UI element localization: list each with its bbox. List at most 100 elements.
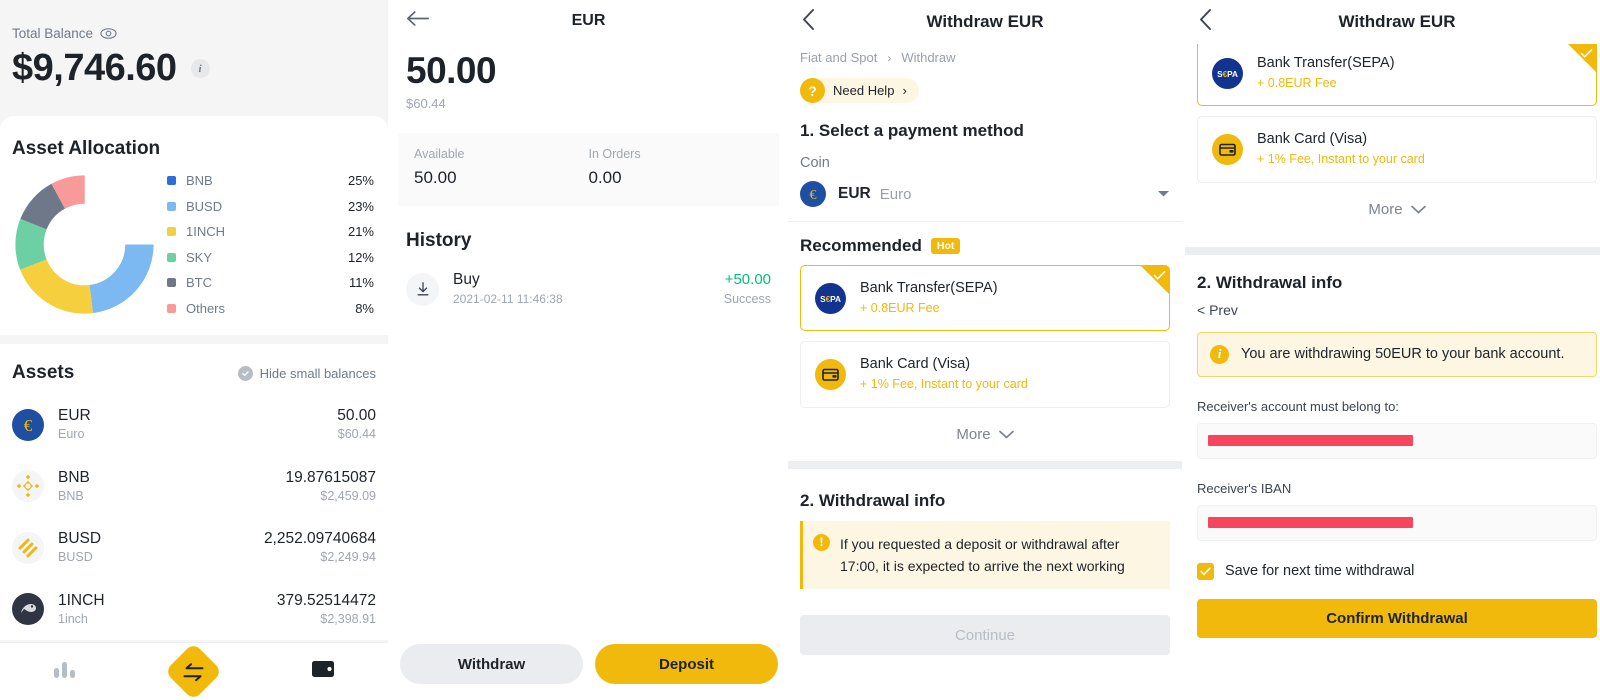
svg-text:S€PA: S€PA	[1217, 70, 1238, 79]
receiver-account-label: Receiver's account must belong to:	[1197, 398, 1399, 414]
chevron-down-icon	[1410, 201, 1426, 218]
prev-step-link[interactable]: < Prev	[1185, 293, 1600, 318]
chevron-down-icon	[998, 426, 1014, 443]
withdrawal-warning-text: If you requested a deposit or withdrawal…	[840, 535, 1125, 575]
page-title: Withdraw EUR	[1338, 12, 1456, 31]
withdraw-button[interactable]: Withdraw	[400, 644, 583, 684]
chevron-down-icon	[1157, 185, 1170, 203]
legend-color-swatch	[167, 278, 176, 288]
eur-coin-icon: €	[12, 408, 44, 441]
step2-title: 2. Withdrawal info	[800, 490, 946, 510]
download-icon	[406, 272, 439, 306]
legend-label: BUSD	[186, 198, 223, 214]
deposit-button[interactable]: Deposit	[595, 644, 778, 684]
legend-row: 1INCH 21%	[167, 219, 374, 245]
asset-symbol: BNB	[58, 468, 90, 486]
coin-name: Euro	[879, 185, 912, 203]
section-divider	[788, 460, 1182, 469]
recommended-header: Recommended Hot	[788, 222, 1182, 265]
need-help-label: Need Help	[833, 83, 895, 98]
eur-coin-icon: €	[800, 181, 826, 207]
swap-arrows-icon	[164, 642, 223, 700]
more-payment-methods-button[interactable]: More	[1185, 193, 1600, 234]
payment-method-sepa[interactable]: S€PA Bank Transfer(SEPA) + 0.8EUR Fee	[1197, 44, 1597, 107]
sepa-icon: S€PA	[1212, 57, 1243, 89]
eur-balance-usd: $60.44	[406, 96, 446, 111]
breadcrumb-root[interactable]: Fiat and Spot	[800, 50, 877, 65]
payment-method-fee: + 0.8EUR Fee	[860, 300, 940, 315]
receiver-account-input[interactable]	[1197, 422, 1597, 459]
legend-row: BTC 11%	[167, 270, 374, 296]
section-divider	[0, 335, 388, 344]
in-orders-label: In Orders	[588, 147, 641, 161]
breadcrumb-current: Withdraw	[901, 50, 956, 65]
withdraw-eur-step2-screen: Withdraw EUR S€PA Bank Transfer(SEPA) + …	[1185, 0, 1600, 700]
redacted-value	[1208, 517, 1413, 529]
payment-method-bank-card[interactable]: Bank Card (Visa) + 1% Fee, Instant to yo…	[1197, 116, 1597, 183]
legend-color-swatch	[167, 176, 176, 186]
save-for-next-time-checkbox[interactable]: Save for next time withdrawal	[1185, 541, 1600, 580]
asset-row[interactable]: 1INCH 1inch 379.52514472 $2,398.91	[12, 579, 376, 641]
asset-symbol: 1INCH	[58, 591, 105, 609]
chevron-left-icon[interactable]	[1199, 9, 1212, 35]
need-help-button[interactable]: ? Need Help ›	[800, 78, 919, 103]
svg-text:€: €	[24, 416, 33, 435]
payment-method-name: Bank Transfer(SEPA)	[860, 280, 998, 296]
payment-method-fee: + 1% Fee, Instant to your card	[1257, 151, 1425, 166]
check-icon	[1153, 268, 1166, 286]
more-payment-methods-button[interactable]: More	[788, 418, 1182, 459]
arrow-left-icon[interactable]	[406, 10, 430, 32]
total-balance-header: Total Balance $9,746.60 i	[0, 0, 388, 116]
asset-amount: 2,252.09740684	[263, 530, 376, 547]
screenshot-root: Total Balance $9,746.60 i Asset Allocati…	[0, 0, 1600, 700]
asset-usd-value: $2,459.09	[320, 488, 376, 503]
bottom-navigation	[0, 642, 388, 700]
available-label: Available	[414, 147, 465, 161]
legend-value: 23%	[347, 198, 374, 214]
asset-amount: 19.87615087	[285, 468, 376, 486]
asset-usd-value: $2,249.94	[320, 550, 376, 565]
info-icon[interactable]: i	[190, 59, 210, 78]
total-balance-label: Total Balance	[12, 26, 94, 41]
assets-title: Assets	[12, 362, 75, 383]
asset-allocation-title: Asset Allocation	[12, 138, 161, 159]
trade-tab[interactable]	[154, 642, 234, 700]
withdraw-eur-step1-screen: Withdraw EUR Fiat and Spot › Withdraw ? …	[788, 0, 1182, 700]
hide-small-balances-toggle[interactable]: Hide small balances	[237, 365, 376, 381]
credit-card-icon	[815, 358, 846, 390]
history-amount: +50.00	[724, 271, 771, 288]
payment-method-sepa[interactable]: S€PA Bank Transfer(SEPA) + 0.8EUR Fee	[800, 265, 1170, 332]
asset-amount: 50.00	[337, 407, 376, 424]
save-for-next-time-label: Save for next time withdrawal	[1225, 563, 1415, 580]
history-row[interactable]: Buy 2021-02-11 11:46:38 +50.00 Success	[392, 258, 785, 320]
svg-text:S€PA: S€PA	[820, 295, 841, 304]
legend-color-swatch	[167, 252, 176, 262]
payment-method-name: Bank Transfer(SEPA)	[1257, 55, 1395, 71]
hot-badge: Hot	[930, 238, 961, 254]
asset-row[interactable]: BNB BNB 19.87615087 $2,459.09	[12, 456, 376, 518]
eye-icon[interactable]	[100, 28, 117, 39]
history-date: 2021-02-11 11:46:38	[453, 292, 563, 307]
coin-select[interactable]: € EUR Euro	[788, 171, 1182, 222]
continue-button[interactable]: Continue	[800, 615, 1170, 655]
asset-name: Euro	[58, 427, 85, 442]
wallet-tab[interactable]	[283, 649, 363, 695]
withdraw-header: Withdraw EUR	[788, 0, 1182, 44]
history-status: Success	[723, 291, 771, 306]
payment-method-bank-card[interactable]: Bank Card (Visa) + 1% Fee, Instant to yo…	[800, 341, 1170, 408]
eur-action-buttons: Withdraw Deposit	[392, 644, 785, 684]
markets-tab[interactable]	[25, 649, 105, 695]
asset-name: BUSD	[58, 550, 93, 565]
busd-coin-icon	[12, 531, 44, 564]
chevron-left-icon[interactable]	[802, 9, 815, 35]
in-orders-stat: In Orders 0.00	[589, 147, 764, 188]
receiver-iban-input[interactable]	[1197, 504, 1597, 541]
asset-usd-value: $60.44	[337, 427, 376, 442]
available-stat: Available 50.00	[414, 147, 589, 188]
credit-card-icon	[1212, 133, 1243, 165]
wallet-overview-screen: Total Balance $9,746.60 i Asset Allocati…	[0, 0, 388, 700]
confirm-withdrawal-button[interactable]: Confirm Withdrawal	[1197, 598, 1597, 638]
asset-row[interactable]: € EUR Euro 50.00 $60.44	[12, 394, 376, 456]
legend-value: 12%	[347, 249, 374, 265]
asset-row[interactable]: BUSD BUSD 2,252.09740684 $2,249.94	[12, 517, 376, 579]
